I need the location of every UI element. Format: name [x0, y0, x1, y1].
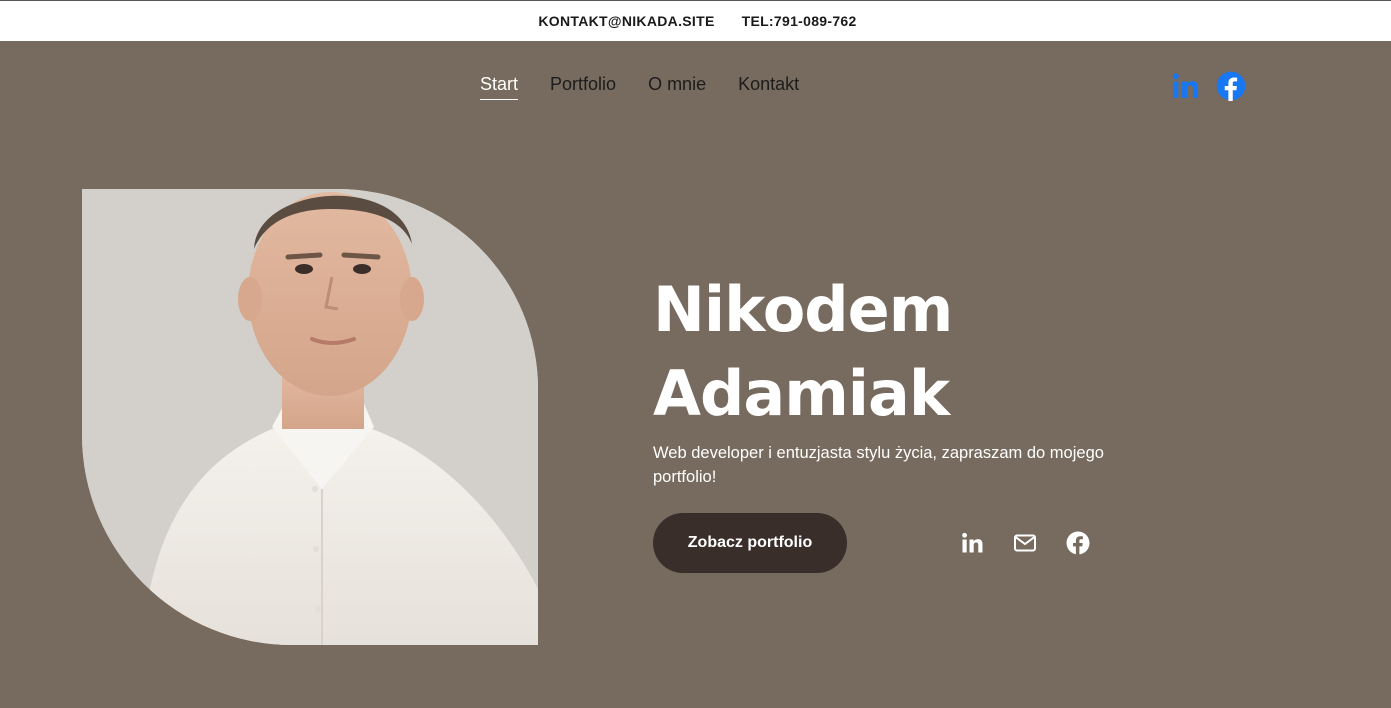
hero-section: Start Portfolio O mnie Kontakt Nikodem A… [0, 41, 1391, 708]
profile-photo [82, 189, 538, 645]
contact-email[interactable]: KONTAKT@NIKADA.SITE [538, 13, 714, 29]
facebook-icon[interactable] [1066, 531, 1090, 555]
nav-item-o-mnie[interactable]: O mnie [648, 74, 706, 100]
header-social-links [1170, 71, 1246, 101]
linkedin-icon[interactable] [960, 531, 984, 555]
hero-name-last: Adamiak [653, 357, 950, 430]
portrait-illustration [82, 189, 538, 645]
hero-name-first: Nikodem [653, 273, 953, 346]
hero-tagline: Web developer i entuzjasta stylu życia, … [653, 444, 1104, 486]
main-nav: Start Portfolio O mnie Kontakt [480, 74, 799, 100]
linkedin-icon[interactable] [1170, 71, 1200, 101]
view-portfolio-button[interactable]: Zobacz portfolio [653, 513, 847, 573]
hero-social-links [960, 531, 1090, 555]
mail-icon[interactable] [1013, 531, 1037, 555]
facebook-icon[interactable] [1216, 71, 1246, 101]
hero-name: Nikodem Adamiak [653, 268, 953, 436]
contact-phone[interactable]: TEL:791-089-762 [742, 13, 857, 29]
nav-item-start[interactable]: Start [480, 74, 519, 100]
nav-item-portfolio[interactable]: Portfolio [550, 74, 616, 100]
contact-topbar: KONTAKT@NIKADA.SITE TEL:791-089-762 [0, 0, 1391, 41]
nav-item-kontakt[interactable]: Kontakt [738, 74, 799, 100]
